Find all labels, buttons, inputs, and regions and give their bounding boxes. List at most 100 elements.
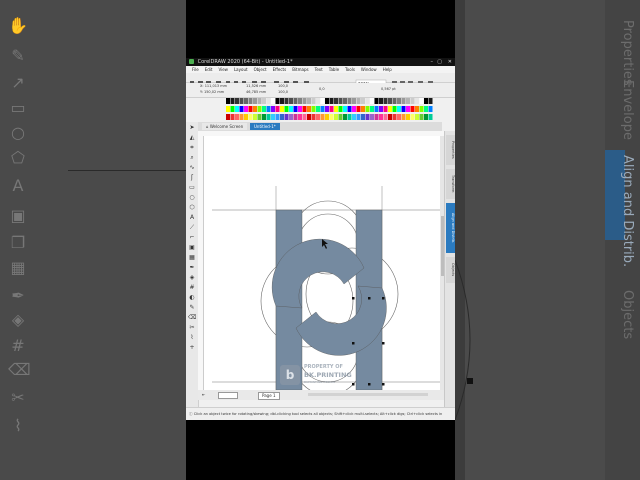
text-tool-icon[interactable]: A (188, 214, 196, 221)
color-swatch[interactable] (334, 98, 338, 104)
pick-tool-icon[interactable]: ➤ (188, 124, 196, 131)
color-swatch[interactable] (325, 114, 329, 120)
color-swatch[interactable] (406, 114, 410, 120)
color-swatch[interactable] (248, 114, 253, 120)
rotation-field[interactable]: 0,0 (319, 87, 325, 91)
color-swatch[interactable] (271, 98, 275, 104)
color-swatch[interactable] (271, 106, 275, 112)
color-swatch[interactable] (361, 106, 365, 112)
color-swatch[interactable] (266, 98, 271, 104)
width-field[interactable]: 11,526 mm (246, 84, 266, 88)
color-swatch[interactable] (307, 106, 311, 112)
color-swatch[interactable] (374, 114, 379, 120)
minimize-button[interactable]: – (431, 58, 434, 66)
color-swatch[interactable] (406, 98, 410, 104)
color-swatch[interactable] (383, 98, 388, 104)
color-swatch[interactable] (356, 98, 361, 104)
menu-window[interactable]: Window (361, 67, 377, 72)
color-swatch[interactable] (365, 98, 370, 104)
color-swatch[interactable] (370, 106, 374, 112)
color-swatch[interactable] (266, 114, 271, 120)
color-swatch[interactable] (226, 114, 230, 120)
color-swatch[interactable] (302, 106, 307, 112)
menu-effects[interactable]: Effects (273, 67, 287, 72)
color-swatch[interactable] (253, 114, 257, 120)
pos-x-field[interactable]: X: 111,013 mm (200, 84, 227, 88)
color-swatch[interactable] (401, 114, 406, 120)
color-swatch[interactable] (361, 114, 365, 120)
color-swatch[interactable] (397, 114, 401, 120)
color-swatch[interactable] (325, 98, 329, 104)
color-swatch[interactable] (343, 106, 347, 112)
color-swatch[interactable] (379, 114, 383, 120)
color-swatch[interactable] (415, 114, 419, 120)
color-swatch[interactable] (316, 98, 320, 104)
color-swatch[interactable] (302, 114, 307, 120)
color-swatch[interactable] (320, 98, 325, 104)
freehand-tool-icon[interactable]: ∿ (188, 164, 196, 171)
color-swatch[interactable] (410, 114, 415, 120)
color-swatch[interactable] (397, 106, 401, 112)
color-swatch[interactable] (320, 114, 325, 120)
color-swatch[interactable] (248, 106, 253, 112)
zoom-tool-icon[interactable]: ⌕ (188, 154, 196, 161)
color-swatch[interactable] (307, 98, 311, 104)
smart-fill-icon[interactable]: ◐ (188, 294, 196, 301)
crop-tool-icon[interactable]: ⌗ (188, 144, 196, 151)
tab-welcome-screen[interactable]: ⌂ Welcome Screen (202, 123, 248, 130)
menu-table[interactable]: Table (329, 67, 339, 72)
color-swatch[interactable] (307, 114, 311, 120)
color-swatch[interactable] (284, 114, 289, 120)
color-swatch[interactable] (262, 106, 266, 112)
color-swatch[interactable] (361, 98, 365, 104)
color-swatch[interactable] (275, 106, 280, 112)
color-swatch[interactable] (379, 106, 383, 112)
color-swatch[interactable] (352, 98, 356, 104)
color-swatch[interactable] (365, 106, 370, 112)
connector-tool-icon[interactable]: ⌐ (188, 234, 196, 241)
horizontal-scrollbar[interactable] (308, 393, 428, 396)
color-swatch[interactable] (334, 114, 338, 120)
eraser-tool-icon[interactable]: ⌫ (188, 314, 196, 321)
parallel-dimension-icon[interactable]: ⟋ (188, 224, 196, 231)
color-swatch[interactable] (257, 98, 262, 104)
color-swatch[interactable] (379, 98, 383, 104)
color-swatch[interactable] (410, 106, 415, 112)
menu-object[interactable]: Object (254, 67, 267, 72)
color-swatch[interactable] (338, 114, 343, 120)
color-swatch[interactable] (374, 98, 379, 104)
color-swatch[interactable] (244, 114, 248, 120)
color-swatch[interactable] (239, 106, 244, 112)
mesh-fill-icon[interactable]: # (188, 284, 196, 291)
color-swatch[interactable] (275, 114, 280, 120)
polygon-tool-icon[interactable]: ⬡ (188, 204, 196, 211)
color-swatch[interactable] (289, 114, 293, 120)
color-swatch[interactable] (428, 114, 433, 120)
color-swatch[interactable] (293, 98, 298, 104)
color-swatch[interactable] (257, 106, 262, 112)
color-swatch[interactable] (329, 114, 334, 120)
color-swatch[interactable] (253, 98, 257, 104)
color-swatch[interactable] (365, 114, 370, 120)
ellipse-tool-icon[interactable]: ○ (188, 194, 196, 201)
color-swatch[interactable] (424, 106, 428, 112)
color-swatch[interactable] (424, 98, 428, 104)
color-swatch[interactable] (343, 114, 347, 120)
color-swatch[interactable] (388, 98, 392, 104)
color-swatch[interactable] (275, 98, 280, 104)
color-swatch[interactable] (262, 98, 266, 104)
color-swatch[interactable] (352, 114, 356, 120)
color-swatch[interactable] (388, 114, 392, 120)
transparency-tool-icon[interactable]: ▦ (188, 254, 196, 261)
color-swatch[interactable] (235, 114, 239, 120)
tab-untitled-1[interactable]: Untitled-1* (250, 123, 280, 130)
color-swatch[interactable] (248, 98, 253, 104)
color-swatch[interactable] (239, 98, 244, 104)
color-swatch[interactable] (298, 106, 302, 112)
page-first-icon[interactable]: ⇤ (202, 390, 205, 400)
color-swatch[interactable] (410, 98, 415, 104)
color-swatch[interactable] (235, 106, 239, 112)
color-swatch[interactable] (284, 106, 289, 112)
menu-help[interactable]: Help (383, 67, 392, 72)
menu-view[interactable]: View (218, 67, 228, 72)
